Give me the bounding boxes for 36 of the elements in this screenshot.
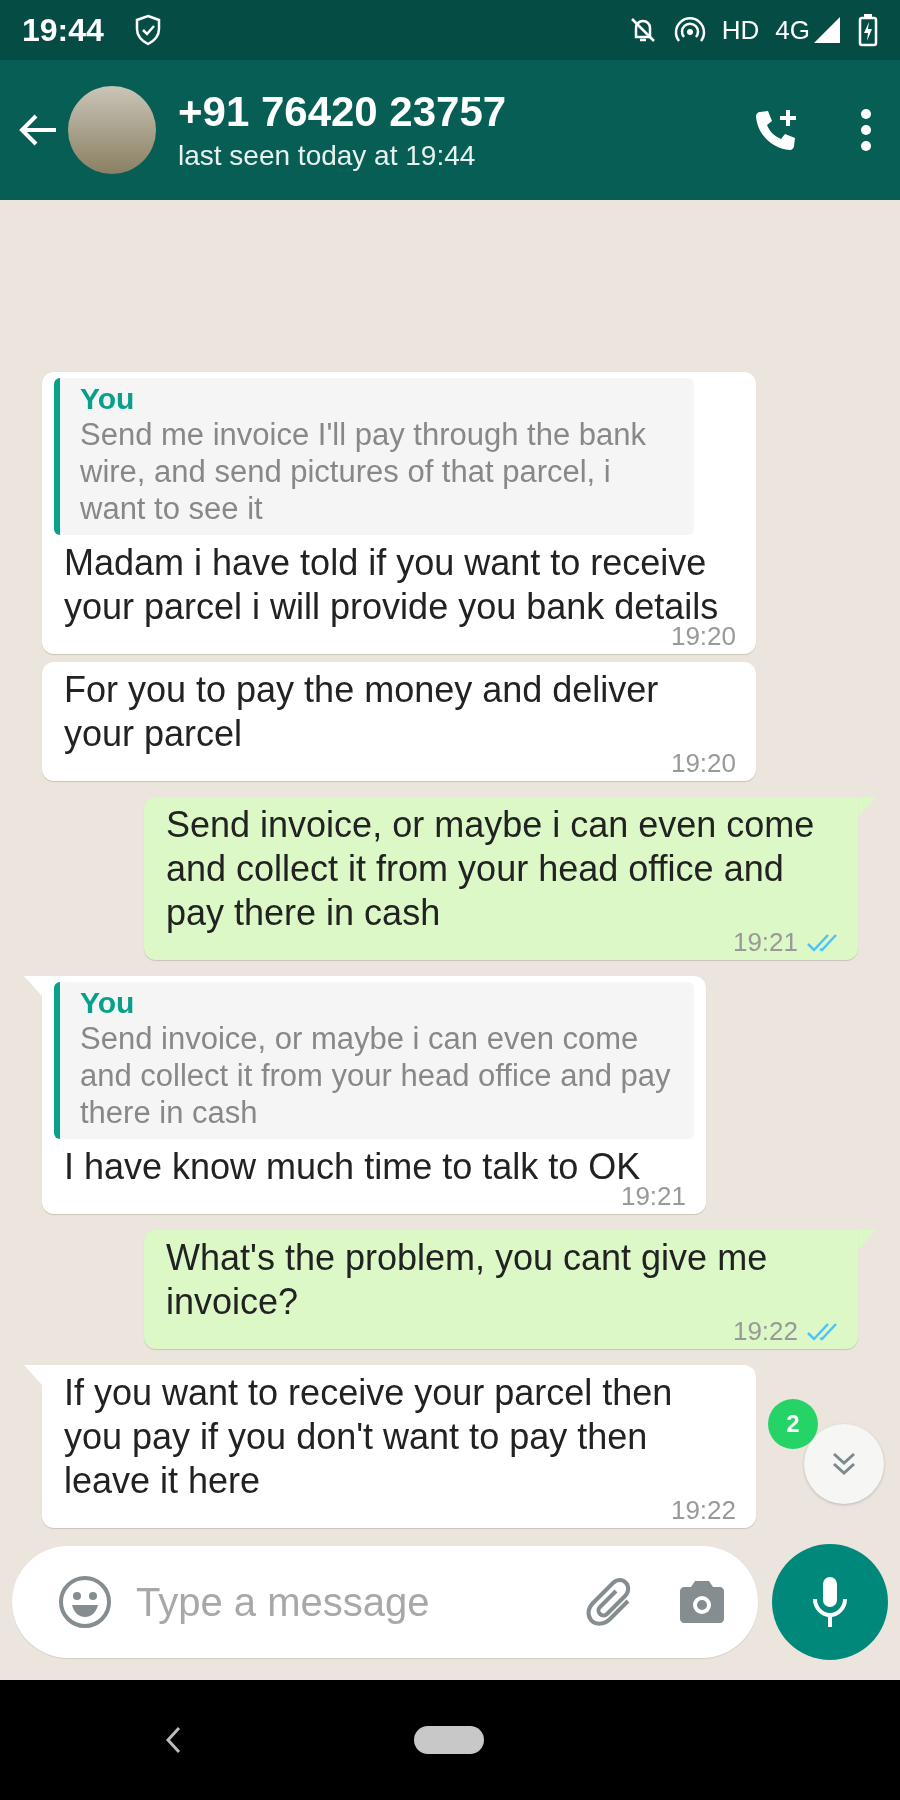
message-bubble[interactable]: Send invoice, or maybe i can even come and collect it from your head office and pay there in cash 19:21 <box>144 797 858 960</box>
contact-name[interactable]: +91 76420 23757 <box>178 88 742 136</box>
quote-author: You <box>80 382 136 416</box>
battery-icon <box>858 13 878 47</box>
message-text: For you to pay the money and deliver your parcel <box>64 668 660 756</box>
message-bubble[interactable]: For you to pay the money and deliver your parcel 19:20 <box>42 662 756 781</box>
bubble-tail <box>24 976 42 996</box>
back-arrow-icon[interactable] <box>18 113 58 147</box>
back-chevron-icon[interactable] <box>164 1725 182 1755</box>
quote-text: Send me invoice I'll pay through the bank wire, and send pictures of that parcel, i want to see it <box>80 416 647 527</box>
bubble-tail <box>858 1230 876 1250</box>
message-bubble[interactable]: What's the problem, you cant give me invoice? 19:22 <box>144 1230 858 1349</box>
message-input-field[interactable]: Type a message <box>134 1578 546 1626</box>
double-chevron-down-icon[interactable] <box>831 1452 857 1476</box>
message-time: 19:22 <box>670 1495 736 1525</box>
unread-count-badge: 2 <box>768 1399 818 1449</box>
signal-icon <box>812 15 842 45</box>
message-text: If you want to receive your parcel then you pay if you don't want to pay then leave it here <box>64 1371 673 1503</box>
message-bubble[interactable]: You Send me invoice I'll pay through the bank wire, and send pictures of that parcel, i want to see it Madam i have told if you want to receive your parcel i will provide you bank details 19:20 <box>42 372 756 654</box>
quote-text: Send invoice, or maybe i can even come and collect it from your head office and pay there in cash <box>80 1020 672 1131</box>
scroll-down-button[interactable] <box>804 1424 884 1504</box>
emoji-icon[interactable] <box>58 1575 112 1629</box>
message-bubble[interactable]: You Send invoice, or maybe i can even come and collect it from your head office and pay there in cash I have know much time to talk to OK 19:21 <box>42 976 706 1214</box>
message-time: 19:20 <box>670 748 736 778</box>
home-button[interactable] <box>414 1726 484 1754</box>
network-type-label: 4G <box>775 14 810 46</box>
quote-author: You <box>80 986 136 1020</box>
last-seen-text: last seen today at 19:44 <box>178 140 477 172</box>
message-bubble[interactable]: If you want to receive your parcel then you pay if you don't want to pay then leave it here 19:22 <box>42 1365 756 1528</box>
microphone-icon[interactable] <box>810 1575 850 1629</box>
bubble-tail <box>24 1365 42 1385</box>
more-options-icon[interactable] <box>860 109 872 151</box>
network-label: HD <box>721 14 760 46</box>
status-time: 19:44 <box>22 11 104 49</box>
bubble-tail <box>858 797 876 817</box>
shield-icon <box>133 14 162 46</box>
